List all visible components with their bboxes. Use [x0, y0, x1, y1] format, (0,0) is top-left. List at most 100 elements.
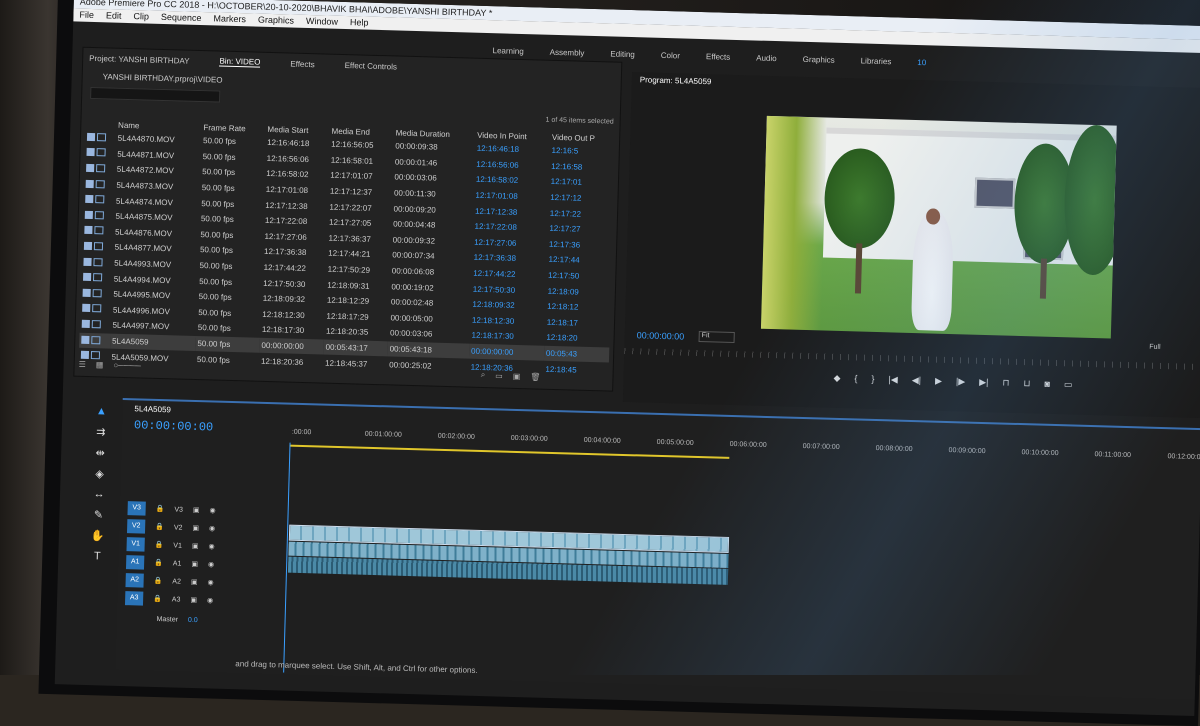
sync-icon[interactable]: ▣	[191, 560, 198, 568]
checkbox-icon[interactable]	[82, 320, 90, 328]
new-bin-icon[interactable]: ▭	[495, 371, 503, 380]
workspace-tab[interactable]: Editing	[610, 49, 635, 59]
lock-icon[interactable]: 🔒	[155, 523, 164, 531]
eye-icon[interactable]: ◉	[209, 506, 215, 514]
timeline-timecode[interactable]: 00:00:00:00	[134, 418, 214, 434]
checkbox-icon[interactable]	[85, 211, 93, 219]
sync-icon[interactable]: ▣	[193, 506, 200, 514]
panel-tab[interactable]: Bin: VIDEO	[219, 57, 260, 68]
lock-icon[interactable]: 🔒	[154, 559, 163, 567]
track-select-icon[interactable]: ⇉	[96, 425, 106, 438]
go-in-icon[interactable]: |◀	[888, 374, 898, 385]
list-view-icon[interactable]: ☰	[79, 359, 86, 368]
row-icons	[82, 223, 113, 239]
panel-tab[interactable]: Effect Controls	[345, 61, 398, 71]
menu-item[interactable]: Sequence	[161, 12, 202, 23]
menu-item[interactable]: Help	[350, 17, 369, 28]
lock-icon[interactable]: 🔒	[155, 541, 164, 549]
program-ruler[interactable]	[624, 348, 1200, 370]
sync-icon[interactable]: ▣	[192, 542, 199, 550]
mark-in-icon[interactable]: {	[854, 373, 857, 384]
mark-out-icon[interactable]: }	[871, 374, 874, 385]
checkbox-icon[interactable]	[84, 226, 92, 234]
go-out-icon[interactable]: ▶|	[979, 377, 989, 388]
checkbox-icon[interactable]	[84, 242, 92, 250]
menu-item[interactable]: Window	[306, 16, 338, 27]
export-frame-icon[interactable]: ◙	[1044, 379, 1050, 390]
track-toggle[interactable]: A2	[125, 573, 143, 587]
master-volume[interactable]: 0.0	[188, 616, 198, 623]
workspace-tab[interactable]: Assembly	[550, 48, 585, 58]
pen-icon[interactable]: ✎	[94, 508, 104, 521]
menu-item[interactable]: Clip	[133, 11, 149, 21]
eye-icon[interactable]: ◉	[209, 524, 215, 532]
menu-item[interactable]: Edit	[106, 10, 122, 20]
menu-item[interactable]: Markers	[213, 13, 246, 24]
zoom-select[interactable]: Fit	[699, 331, 735, 343]
table-cell: 50.00 fps	[197, 258, 261, 275]
play-icon[interactable]: ▶	[935, 376, 942, 387]
sync-icon[interactable]: ▣	[191, 578, 198, 586]
lock-icon[interactable]: 🔒	[156, 505, 165, 513]
panel-tab[interactable]: Effects	[290, 59, 315, 69]
step-forward-icon[interactable]: |▶	[956, 376, 966, 387]
compare-icon[interactable]: ▭	[1064, 379, 1073, 390]
search-input[interactable]	[90, 87, 220, 103]
slip-icon[interactable]: ↔	[93, 488, 104, 500]
sync-icon[interactable]: ▣	[192, 524, 199, 532]
checkbox-icon[interactable]	[86, 164, 94, 172]
workspace-tab[interactable]: Audio	[756, 54, 777, 64]
checkbox-icon[interactable]	[82, 304, 90, 312]
workspace-tab[interactable]: Effects	[706, 52, 731, 62]
marker-icon[interactable]: ◆	[833, 373, 840, 384]
lock-icon[interactable]: 🔒	[154, 577, 163, 585]
checkbox-icon[interactable]	[83, 289, 91, 297]
sequence-tab[interactable]: 5L4A5059	[134, 404, 171, 414]
track-toggle[interactable]: A3	[125, 591, 143, 605]
track-toggle[interactable]: A1	[126, 555, 144, 569]
program-timecode[interactable]: 00:00:00:00	[637, 330, 685, 341]
trash-icon[interactable]: 🗑	[530, 372, 540, 381]
ruler-tick: 00:06:00:00	[730, 441, 767, 449]
lock-icon[interactable]: 🔒	[153, 595, 162, 603]
search-icon[interactable]: ⌕	[481, 370, 486, 380]
hand-icon[interactable]: ✋	[91, 529, 105, 542]
checkbox-icon[interactable]	[86, 179, 94, 187]
workspace-tab[interactable]: Color	[661, 51, 680, 61]
checkbox-icon[interactable]	[83, 257, 91, 265]
table-cell: 12:17:50	[546, 267, 612, 284]
eye-icon[interactable]: ◉	[208, 542, 214, 550]
zoom-slider[interactable]: ○────	[113, 360, 141, 370]
icon-view-icon[interactable]: ▦	[96, 360, 104, 369]
menu-item[interactable]: File	[79, 10, 94, 20]
type-icon[interactable]: T	[94, 550, 101, 562]
checkbox-icon[interactable]	[87, 133, 95, 141]
checkbox-icon[interactable]	[81, 335, 89, 343]
track-toggle[interactable]: V1	[126, 537, 144, 551]
menu-item[interactable]: Graphics	[258, 15, 294, 26]
ripple-edit-icon[interactable]: ⇹	[95, 446, 105, 459]
quality-select[interactable]: Full	[1149, 344, 1160, 351]
workspace-tab[interactable]: Learning	[492, 46, 523, 56]
checkbox-icon[interactable]	[83, 273, 91, 281]
window	[974, 178, 1015, 209]
track-toggle[interactable]: V2	[127, 519, 145, 533]
lift-icon[interactable]: ⊓	[1002, 378, 1009, 389]
workspace-tab[interactable]: Graphics	[803, 55, 835, 65]
sync-icon[interactable]: ▣	[190, 596, 197, 604]
checkbox-icon[interactable]	[86, 148, 94, 156]
step-back-icon[interactable]: ◀|	[912, 375, 922, 386]
eye-icon[interactable]: ◉	[207, 578, 213, 586]
ruler-tick: 00:11:00:00	[1094, 451, 1131, 459]
workspace-tab[interactable]: Libraries	[861, 56, 892, 66]
workspace-overflow[interactable]: 10	[917, 58, 926, 67]
eye-icon[interactable]: ◉	[207, 596, 213, 604]
extract-icon[interactable]: ⊔	[1023, 378, 1030, 389]
razor-icon[interactable]: ◈	[95, 467, 104, 480]
panel-tab[interactable]: Project: YANSHI BIRTHDAY	[89, 53, 190, 65]
checkbox-icon[interactable]	[85, 195, 93, 203]
new-item-icon[interactable]: ▣	[513, 371, 521, 380]
selection-tool-icon[interactable]: ▲	[96, 405, 107, 417]
track-toggle[interactable]: V3	[127, 501, 145, 515]
eye-icon[interactable]: ◉	[208, 560, 214, 568]
